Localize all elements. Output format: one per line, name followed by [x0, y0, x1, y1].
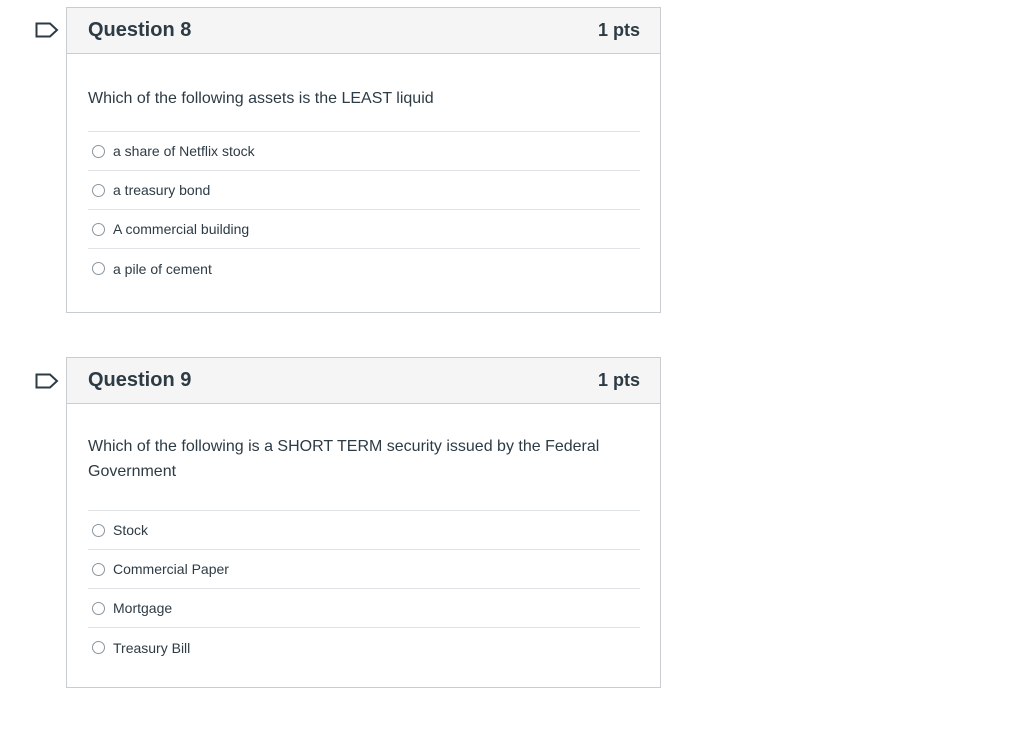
radio-button[interactable] — [92, 183, 105, 197]
question-9: Question 9 1 pts Which of the following … — [66, 357, 661, 688]
answer-option[interactable]: Treasury Bill — [88, 628, 640, 667]
question-body: Which of the following assets is the LEA… — [67, 54, 660, 288]
radio-button[interactable] — [92, 562, 105, 576]
answer-list: a share of Netflix stock a treasury bond… — [88, 131, 640, 288]
answer-option[interactable]: A commercial building — [88, 210, 640, 249]
question-8: Question 8 1 pts Which of the following … — [66, 7, 661, 313]
question-header: Question 9 1 pts — [67, 358, 660, 404]
question-title: Question 9 — [88, 369, 192, 391]
question-text: Which of the following assets is the LEA… — [88, 90, 434, 107]
question-points: 1 pts — [597, 370, 640, 390]
answer-list: Stock Commercial Paper Mortgage Treasury… — [88, 510, 640, 667]
answer-option[interactable]: a treasury bond — [88, 171, 640, 210]
answer-label: a pile of cement — [113, 260, 212, 277]
flag-question-icon[interactable] — [35, 22, 59, 38]
answer-label: Treasury Bill — [113, 639, 191, 656]
answer-option[interactable]: Stock — [88, 511, 640, 550]
answer-label: Mortgage — [113, 600, 173, 616]
question-text: Which of the following is a SHORT TERM s… — [88, 438, 600, 480]
answer-option[interactable]: a pile of cement — [88, 249, 640, 288]
answer-label: a treasury bond — [113, 182, 211, 198]
answer-label: A commercial building — [113, 221, 250, 237]
radio-button[interactable] — [92, 523, 105, 537]
radio-button[interactable] — [92, 641, 105, 654]
radio-button[interactable] — [92, 144, 105, 158]
radio-button[interactable] — [92, 262, 105, 275]
answer-label: Commercial Paper — [113, 561, 229, 577]
answer-option[interactable]: Mortgage — [88, 589, 640, 628]
question-header: Question 8 1 pts — [67, 8, 660, 54]
radio-button[interactable] — [92, 222, 105, 236]
question-points: 1 pts — [597, 20, 640, 40]
answer-option[interactable]: Commercial Paper — [88, 550, 640, 589]
question-title: Question 8 — [88, 19, 192, 41]
flag-question-icon[interactable] — [35, 373, 59, 389]
answer-label: a share of Netflix stock — [113, 143, 255, 159]
question-body: Which of the following is a SHORT TERM s… — [67, 404, 660, 667]
answer-option[interactable]: a share of Netflix stock — [88, 132, 640, 171]
radio-button[interactable] — [92, 601, 105, 615]
answer-label: Stock — [113, 522, 149, 538]
